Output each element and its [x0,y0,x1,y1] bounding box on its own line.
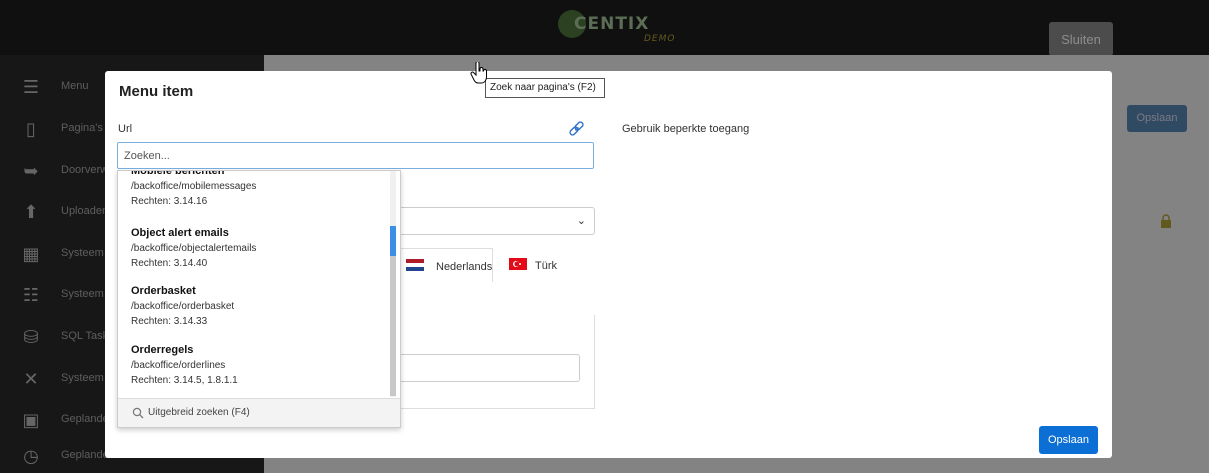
tab-turk[interactable]: Türk [503,248,573,282]
result-title: Orderregels [131,344,194,356]
tab-nederlands[interactable]: Nederlands [393,248,493,282]
advanced-search-label: Uitgebreid zoeken (F4) [148,407,250,418]
list-item[interactable]: Mobiele berichten /backoffice/mobilemess… [131,171,386,209]
list-item[interactable]: Orderregels /backoffice/orderlines Recht… [131,344,386,388]
save-button[interactable]: Opslaan [1039,426,1098,454]
result-title: Object alert emails [131,227,229,239]
search-pages-tooltip: Zoek naar pagina's (F2) [485,78,605,98]
result-title: Mobiele berichten [131,171,225,177]
scrollbar-track [390,256,396,396]
result-path: /backoffice/orderlines [131,360,226,371]
result-rights: Rechten: 3.14.40 [131,258,208,269]
url-label: Url [118,123,133,135]
result-rights: Rechten: 3.14.16 [131,196,208,207]
results-list: Mobiele berichten /backoffice/mobilemess… [118,171,390,397]
url-search-input[interactable] [117,142,594,169]
result-path: /backoffice/objectalertemails [131,243,257,254]
menu-item-select[interactable]: ⌄ [395,207,595,235]
search-results-dropdown: Mobiele berichten /backoffice/mobilemess… [117,170,401,428]
result-path: /backoffice/orderbasket [131,301,235,312]
turkey-flag-icon [509,258,527,270]
modal-title: Menu item [119,83,194,100]
list-item[interactable]: Object alert emails /backoffice/objectal… [131,227,386,271]
result-title: Orderbasket [131,285,196,297]
result-path: /backoffice/mobilemessages [131,181,257,192]
scrollbar-thumb[interactable] [390,226,396,256]
menu-item-name-field[interactable] [395,354,580,382]
search-icon [132,407,144,419]
hand-cursor-icon [470,61,488,84]
tab-label: Nederlands [436,261,493,273]
tab-label: Türk [535,260,557,272]
advanced-search-button[interactable]: Uitgebreid zoeken (F4) [118,398,400,427]
restricted-access-label: Gebruik beperkte toegang [622,123,750,135]
netherlands-flag-icon [406,259,424,271]
link-icon[interactable] [568,120,586,138]
result-rights: Rechten: 3.14.33 [131,316,208,327]
list-item[interactable]: Orderbasket /backoffice/orderbasket Rech… [131,285,386,329]
chevron-down-icon: ⌄ [576,214,586,227]
result-rights: Rechten: 3.14.5, 1.8.1.1 [131,375,238,386]
